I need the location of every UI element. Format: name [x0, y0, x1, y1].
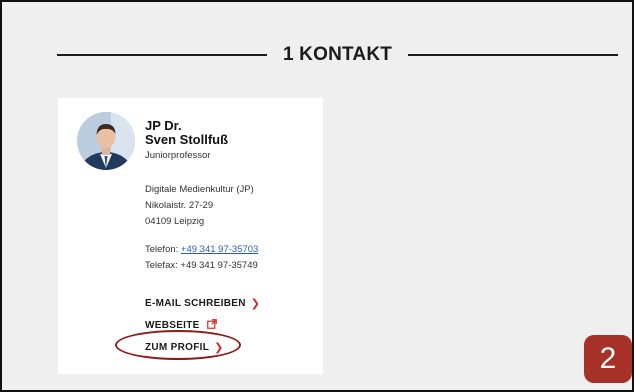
email-link-label: E-MAIL SCHREIBEN	[145, 297, 246, 309]
email-link[interactable]: E-MAIL SCHREIBEN ❯	[145, 292, 260, 314]
phone-label: Telefon:	[145, 244, 179, 255]
header-rule-right	[408, 54, 618, 56]
address-line-city: 04109 Leipzig	[145, 216, 205, 227]
section-header: 1 KONTAKT	[57, 38, 618, 72]
contact-phone-block: Telefon: +49 341 97-35703 Telefax: +49 3…	[145, 242, 258, 274]
profile-link-label: ZUM PROFIL	[145, 341, 210, 353]
contact-links: E-MAIL SCHREIBEN ❯ WEBSEITE ZUM PROFIL ❯	[145, 292, 260, 358]
section-title: 1 KONTAKT	[282, 44, 393, 65]
phone-link[interactable]: +49 341 97-35703	[181, 244, 258, 255]
contact-address: Digitale Medienkultur (JP) Nikolaistr. 2…	[145, 182, 254, 230]
profile-link[interactable]: ZUM PROFIL ❯	[145, 336, 260, 358]
address-line-department: Digitale Medienkultur (JP)	[145, 184, 254, 195]
fax-value: +49 341 97-35749	[180, 260, 258, 271]
contact-name-full: Sven Stollfuß	[145, 132, 229, 147]
chevron-right-icon: ❯	[250, 297, 261, 310]
contact-card: JP Dr. Sven Stollfuß Juniorprofessor Dig…	[58, 98, 323, 374]
address-line-street: Nikolaistr. 27-29	[145, 200, 214, 211]
contact-role: Juniorprofessor	[145, 150, 211, 161]
external-link-icon	[206, 318, 217, 332]
avatar	[77, 112, 135, 170]
screenshot-frame: 1 KONTAKT JP Dr. Sven Stollfuß Juniorpro…	[0, 0, 634, 392]
fax-row: Telefax: +49 341 97-35749	[145, 258, 258, 274]
step-number-badge: 2	[584, 335, 632, 383]
contact-name-title: JP Dr.	[145, 118, 182, 133]
website-link-label: WEBSEITE	[145, 319, 200, 331]
contact-name: JP Dr. Sven Stollfuß	[145, 119, 228, 147]
chevron-right-icon: ❯	[214, 341, 224, 354]
phone-row: Telefon: +49 341 97-35703	[145, 242, 258, 258]
person-photo	[77, 112, 135, 170]
website-link[interactable]: WEBSEITE	[145, 314, 260, 336]
fax-label: Telefax:	[145, 260, 178, 271]
header-rule-left	[57, 54, 267, 56]
